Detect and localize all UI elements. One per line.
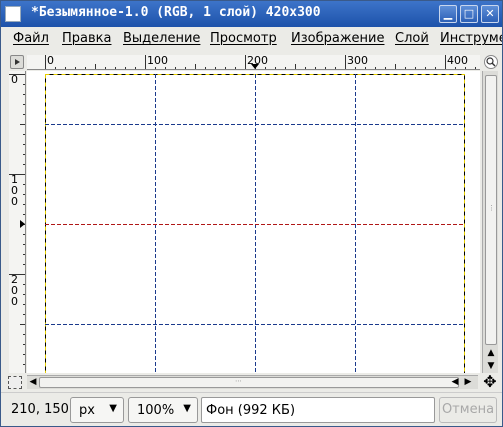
unit-select[interactable]: px ▼ [70,397,124,423]
image-canvas[interactable] [27,71,480,373]
title-bar[interactable]: *Безымянное-1.0 (RGB, 1 слой) 420x300 ▁ … [1,1,502,27]
move-cross-icon[interactable]: ✥ [482,374,498,390]
ruler-label-0: 0 [47,55,54,67]
hscroll-grip-icon: ⋯ [235,377,242,385]
scroll-down-icon[interactable]: ▼ [483,360,499,372]
menu-layer[interactable]: Слой [395,31,429,46]
menu-view[interactable]: Просмотр [210,31,277,46]
pointer-coordinates: 210, 150 [11,402,69,417]
scroll-grip-icon: ⋮ [488,204,495,212]
menu-edit[interactable]: Правка [62,31,111,46]
ruler-label-400: 400 [447,55,468,67]
quick-mask-toggle[interactable] [8,376,22,389]
status-bar: 210, 150 px ▼ 100% ▼ Фон (992 КБ) Отмена [1,392,502,426]
zoom-select[interactable]: 100% ▼ [128,397,198,423]
scroll-up-icon[interactable]: ▲ [483,347,499,359]
vertical-scrollbar[interactable]: ⋮ ▲ ▼ [482,71,498,373]
vruler-label-0: 0 [11,73,18,86]
navigate-button[interactable] [484,55,498,69]
menu-bar: Файл Правка Выделение Просмотр Изображен… [1,27,502,51]
maximize-button[interactable]: □ [460,5,478,23]
vertical-ruler[interactable]: 0 1 0 0 2 0 0 [9,71,26,373]
horizontal-ruler[interactable]: 0 100 200 300 400 [27,55,480,70]
close-button[interactable]: ✕ [481,5,499,23]
image-window: *Безымянное-1.0 (RGB, 1 слой) 420x300 ▁ … [0,0,503,427]
ruler-label-200: 200 [247,55,268,67]
chevron-down-icon: ▼ [183,403,191,414]
layer-status: Фон (992 КБ) [201,397,435,423]
horizontal-scroll-thumb[interactable] [39,377,459,388]
window-icon[interactable] [5,6,21,22]
menu-tools[interactable]: Инструменты [440,31,502,46]
layer-info-text: Фон (992 КБ) [206,403,296,418]
menu-file[interactable]: Файл [13,31,49,46]
vruler-label-100-d3: 0 [11,195,18,208]
chevron-down-icon: ▼ [109,403,117,414]
zoom-value: 100% [137,403,175,418]
vruler-pointer-marker [20,220,25,228]
ruler-label-100: 100 [147,55,168,67]
cancel-button[interactable]: Отмена [439,397,497,423]
vruler-label-200-d3: 0 [11,295,18,308]
canvas-drawing[interactable] [27,71,480,373]
quick-menu-button[interactable] [10,55,24,69]
window-title: *Безымянное-1.0 (RGB, 1 слой) 420x300 [31,5,321,20]
navigate-icon [486,57,496,67]
minimize-button[interactable]: ▁ [439,5,457,23]
horizontal-scrollbar[interactable]: ◀ ⋯ ◀ ▶ [27,375,478,389]
ruler-label-300: 300 [347,55,368,67]
menu-image[interactable]: Изображение [291,31,384,46]
menu-select[interactable]: Выделение [123,31,200,46]
quick-menu-icon [15,59,20,65]
unit-value: px [79,403,95,418]
scroll-right-icon[interactable]: ▶ [460,376,476,388]
